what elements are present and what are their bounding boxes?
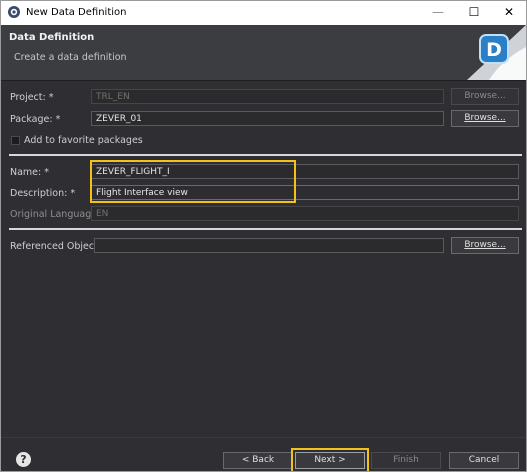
next-button-highlight bbox=[291, 448, 369, 471]
original-language-field: EN bbox=[91, 206, 519, 221]
page-title: Data Definition bbox=[9, 32, 95, 43]
referenced-object-label: Referenced Object: bbox=[10, 241, 102, 252]
package-field[interactable]: ZEVER_01 bbox=[91, 111, 444, 126]
package-browse-button[interactable]: Browse... bbox=[451, 110, 519, 127]
package-browse-label: Browse... bbox=[464, 113, 506, 123]
close-icon[interactable]: ✕ bbox=[492, 1, 526, 25]
favorite-checkbox[interactable] bbox=[11, 136, 20, 145]
separator bbox=[9, 154, 522, 156]
eclipse-gear-icon bbox=[8, 6, 20, 18]
project-label: Project: * bbox=[10, 92, 54, 103]
separator bbox=[9, 228, 522, 230]
svg-text:D: D bbox=[486, 39, 502, 61]
finish-button: Finish bbox=[371, 452, 441, 469]
maximize-icon[interactable]: ☐ bbox=[457, 1, 491, 25]
referenced-object-browse-button[interactable]: Browse... bbox=[451, 237, 519, 254]
referenced-object-browse-label: Browse... bbox=[464, 240, 506, 250]
name-description-highlight bbox=[90, 160, 296, 203]
window-title: New Data Definition bbox=[26, 7, 127, 18]
minimize-icon[interactable]: — bbox=[421, 1, 455, 25]
wizard-header: Data Definition Create a data definition… bbox=[1, 25, 526, 81]
cancel-button[interactable]: Cancel bbox=[449, 452, 519, 469]
page-subtitle: Create a data definition bbox=[14, 52, 127, 63]
favorite-label: Add to favorite packages bbox=[24, 135, 143, 146]
help-icon[interactable]: ? bbox=[16, 452, 31, 467]
project-field: TRL_EN bbox=[91, 89, 444, 104]
package-label: Package: * bbox=[10, 114, 61, 125]
title-bar: New Data Definition — ☐ ✕ bbox=[1, 1, 526, 25]
original-language-label: Original Language: bbox=[10, 209, 101, 220]
project-browse-button: Browse... bbox=[451, 88, 519, 105]
back-button[interactable]: < Back bbox=[223, 452, 293, 469]
description-label: Description: * bbox=[10, 188, 76, 199]
new-data-definition-window: New Data Definition — ☐ ✕ Data Definitio… bbox=[0, 0, 527, 472]
wizard-footer: ? < Back Next > Finish Cancel bbox=[1, 437, 526, 471]
name-label: Name: * bbox=[10, 167, 49, 178]
referenced-object-field[interactable] bbox=[94, 238, 444, 253]
form-area: Project: * TRL_EN Browse... Package: * Z… bbox=[1, 81, 526, 437]
data-definition-logo-icon: D bbox=[467, 25, 526, 80]
